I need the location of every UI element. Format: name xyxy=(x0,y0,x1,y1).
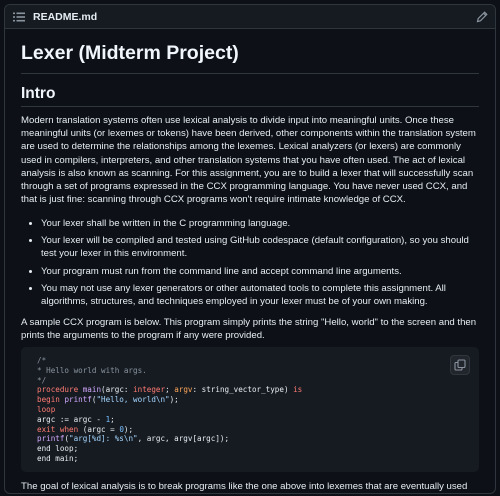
file-header: README.md xyxy=(5,5,495,29)
code-function: printf xyxy=(64,395,92,405)
code-text: (argc = xyxy=(78,424,120,434)
code-keyword: begin xyxy=(37,395,60,405)
section-divider xyxy=(21,106,479,107)
code-identifier: argv xyxy=(174,385,193,395)
code-keyword: when xyxy=(59,424,79,434)
code-comment: * Hello world with args. xyxy=(37,365,147,375)
code-listing: /* * Hello world with args. */ procedure… xyxy=(37,356,302,464)
closing-paragraph: The goal of lexical analysis is to break… xyxy=(21,481,468,492)
code-keyword: exit xyxy=(37,424,56,434)
code-text: ; xyxy=(165,385,175,395)
copy-icon xyxy=(454,359,466,371)
code-text: (argc: xyxy=(101,385,134,395)
code-text: ); xyxy=(123,424,134,434)
file-name[interactable]: README.md xyxy=(33,11,97,23)
code-comment: */ xyxy=(37,375,47,385)
code-comment: /* xyxy=(37,356,47,365)
list-item: Your program must run from the command l… xyxy=(41,265,479,278)
title-divider xyxy=(21,73,479,74)
code-text: ; xyxy=(73,444,79,454)
code-string: "Hello, world\n" xyxy=(96,395,170,405)
code-text: main; xyxy=(50,453,79,463)
code-block[interactable]: /* * Hello world with args. */ procedure… xyxy=(21,347,479,472)
code-function: printf xyxy=(37,434,65,444)
pencil-icon[interactable] xyxy=(475,10,489,24)
code-text: argc := argc - xyxy=(37,414,106,424)
code-function: main xyxy=(82,385,102,395)
code-keyword: procedure xyxy=(37,385,79,395)
code-text: : string_vector_type) xyxy=(192,385,294,395)
requirements-list: Your lexer shall be written in the C pro… xyxy=(21,217,479,312)
code-type: integer xyxy=(133,385,166,395)
list-icon[interactable] xyxy=(13,11,25,23)
list-item: You may not use any lexer generators or … xyxy=(41,282,479,308)
intro-paragraph: Modern translation systems often use lex… xyxy=(21,115,476,206)
code-string: "arg[%d]: %s\n" xyxy=(69,434,138,444)
code-text: ); xyxy=(169,395,179,405)
page-title: Lexer (Midterm Project) xyxy=(21,42,239,64)
code-keyword: loop xyxy=(37,404,56,414)
code-text: end xyxy=(37,453,51,463)
list-item: Your lexer will be compiled and tested u… xyxy=(41,234,479,260)
code-text: end loop xyxy=(37,444,74,454)
copy-button[interactable] xyxy=(450,355,470,375)
sample-paragraph: A sample CCX program is below. This prog… xyxy=(21,317,477,342)
readme-panel: README.md Lexer (Midterm Project) Intro … xyxy=(4,4,496,494)
code-text: , argc, argv[argc]); xyxy=(137,434,230,444)
section-heading-intro: Intro xyxy=(21,85,56,102)
code-keyword: is xyxy=(293,385,303,395)
code-text: ; xyxy=(110,414,115,424)
list-item: Your lexer shall be written in the C pro… xyxy=(41,217,479,230)
